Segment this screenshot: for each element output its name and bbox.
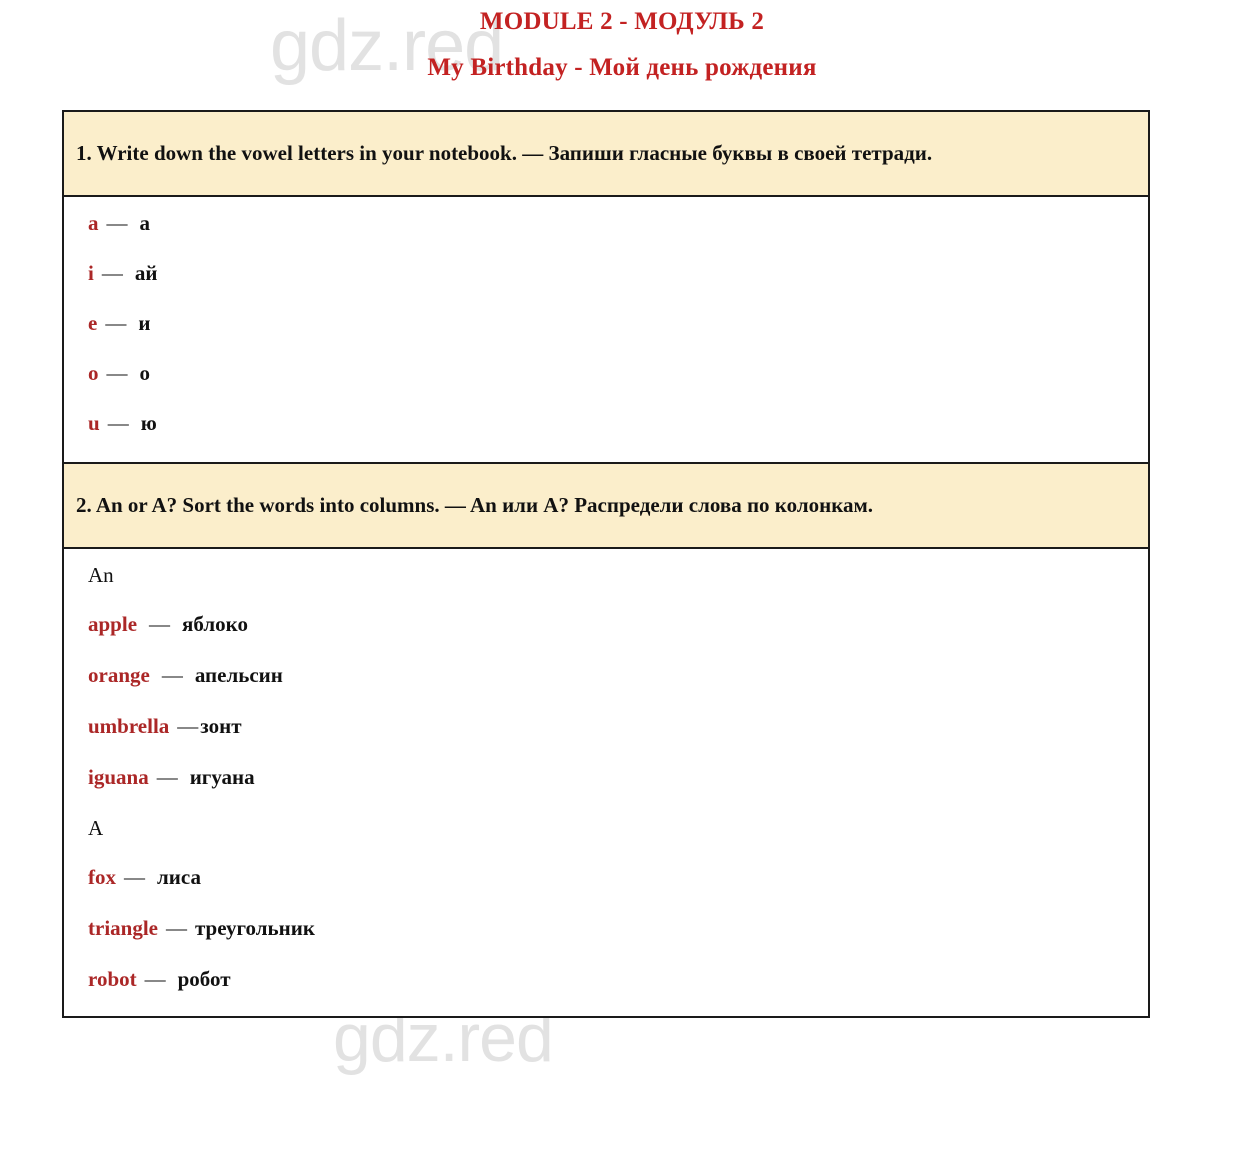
exercise-1-answer-cell: a — а i — ай e — и o — о u — ю [64, 196, 1148, 464]
answer-pair: fox — лиса [88, 864, 1134, 889]
exercises-table: 1. Write down the vowel letters in your … [62, 110, 1150, 1018]
exercise-2-task-cell: 2. An or A? Sort the words into columns.… [64, 463, 1148, 549]
answer-pair: e — и [88, 310, 1134, 335]
answer-dash: — [165, 915, 187, 940]
answer-term-ru: треугольник [194, 915, 315, 940]
answer-dash: — [106, 360, 128, 385]
answer-term-en: i [88, 260, 94, 285]
answer-term-en: orange [88, 662, 150, 687]
answer-dash: — [161, 662, 183, 687]
answer-pair: u — ю [88, 410, 1134, 435]
answer-term-en: u [88, 410, 100, 435]
answer-term-en: o [88, 360, 99, 385]
answer-dash: — [105, 310, 127, 335]
answer-pair: i — ай [88, 260, 1134, 285]
module-subtitle: My Birthday - Мой день рождения [427, 54, 817, 81]
exercise-2-answer-cell: An apple — яблоко orange — апельсин umbrella… [64, 548, 1148, 1016]
answer-term-ru: а [139, 210, 151, 235]
answer-term-ru: ай [134, 260, 158, 285]
answer-dash: — [144, 966, 166, 991]
answer-dash: — [107, 410, 129, 435]
answer-dash: — [106, 210, 128, 235]
answer-term-en: triangle [88, 915, 158, 940]
answer-pair: iguana — игуана [88, 764, 1134, 789]
page-title: MODULE 2 - МОДУЛЬ 2 My Birthday - Мой де… [0, 0, 1244, 82]
answer-dash: — [149, 611, 171, 636]
answer-dash: — [177, 713, 199, 738]
answer-pair: triangle — треугольник [88, 915, 1134, 940]
answer-term-en: apple [88, 611, 138, 636]
answer-pair: a — а [88, 210, 1134, 235]
answer-term-ru: робот [177, 966, 231, 991]
answer-term-ru: апельсин [194, 662, 283, 687]
answer-term-ru: яблоко [182, 611, 248, 636]
answer-term-ru: ю [140, 410, 157, 435]
answer-term-ru: зонт [200, 713, 242, 738]
answer-pair: orange — апельсин [88, 662, 1134, 687]
answer-term-ru: игуана [189, 764, 255, 789]
answer-dash: — [124, 864, 145, 889]
exercise-1-task-cell: 1. Write down the vowel letters in your … [64, 112, 1148, 197]
answer-term-en: a [88, 210, 99, 235]
answer-dash: — [156, 764, 178, 789]
answer-term-ru: о [139, 360, 151, 385]
answer-pair: robot — робот [88, 966, 1134, 991]
exercise-1-task-text: 1. Write down the vowel letters in your … [76, 141, 933, 165]
answer-term-en: robot [88, 966, 137, 991]
answer-term-en: umbrella [88, 713, 170, 738]
answer-pair: o — о [88, 360, 1134, 385]
answer-pair: apple — яблоко [88, 611, 1134, 636]
exercise-2-task-text: 2. An or A? Sort the words into columns.… [76, 492, 874, 517]
module-title: MODULE 2 - МОДУЛЬ 2 [479, 8, 765, 35]
answer-group-label-a: A [88, 815, 104, 840]
answer-term-en: e [88, 310, 98, 335]
answer-term-en: fox [88, 864, 116, 889]
answer-term-en: iguana [88, 764, 149, 789]
answer-dash: — [101, 260, 123, 285]
answer-term-ru: и [138, 310, 151, 335]
answer-pair: umbrella —зонт [88, 713, 1134, 738]
answer-group-label-an: An [88, 562, 114, 587]
answer-term-ru: лиса [157, 864, 201, 889]
